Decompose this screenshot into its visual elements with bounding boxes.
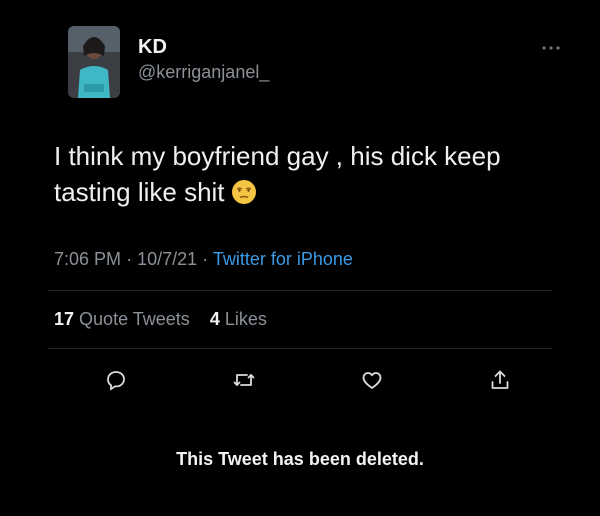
tweet-source-link[interactable]: Twitter for iPhone bbox=[213, 249, 353, 269]
more-options-icon[interactable] bbox=[541, 38, 561, 54]
tweet-date[interactable]: 10/7/21 bbox=[137, 249, 197, 269]
tweet-text: I think my boyfriend gay , his dick keep… bbox=[54, 138, 554, 214]
divider bbox=[48, 348, 552, 349]
quote-label: Quote Tweets bbox=[79, 309, 190, 329]
like-icon[interactable] bbox=[358, 366, 386, 394]
tweet-stats: 17 Quote Tweets 4 Likes bbox=[54, 309, 267, 330]
user-handle[interactable]: @kerriganjanel_ bbox=[138, 62, 269, 83]
like-count: 4 bbox=[209, 309, 220, 329]
likes-stat[interactable]: 4 Likes bbox=[210, 309, 267, 329]
reply-icon[interactable] bbox=[102, 366, 130, 394]
like-label: Likes bbox=[224, 309, 267, 329]
quote-count: 17 bbox=[54, 309, 75, 329]
tweet-time[interactable]: 7:06 PM bbox=[54, 249, 121, 269]
tweet-meta: 7:06 PM · 10/7/21 · Twitter for iPhone bbox=[54, 249, 353, 270]
unamused-face-emoji-icon bbox=[231, 178, 257, 214]
user-avatar-icon bbox=[68, 26, 120, 98]
tweet-card: KD @kerriganjanel_ I think my boyfriend … bbox=[0, 0, 600, 516]
share-icon[interactable] bbox=[486, 366, 514, 394]
tweet-text-content: I think my boyfriend gay , his dick keep… bbox=[54, 141, 501, 207]
display-name[interactable]: KD bbox=[138, 36, 167, 59]
avatar[interactable] bbox=[68, 26, 120, 98]
retweet-icon[interactable] bbox=[230, 366, 258, 394]
quote-tweets-stat[interactable]: 17 Quote Tweets bbox=[54, 309, 195, 329]
meta-separator: · bbox=[126, 249, 133, 269]
divider bbox=[48, 290, 552, 291]
deleted-tweet-notice: This Tweet has been deleted. bbox=[176, 449, 424, 469]
meta-separator: · bbox=[202, 249, 209, 269]
